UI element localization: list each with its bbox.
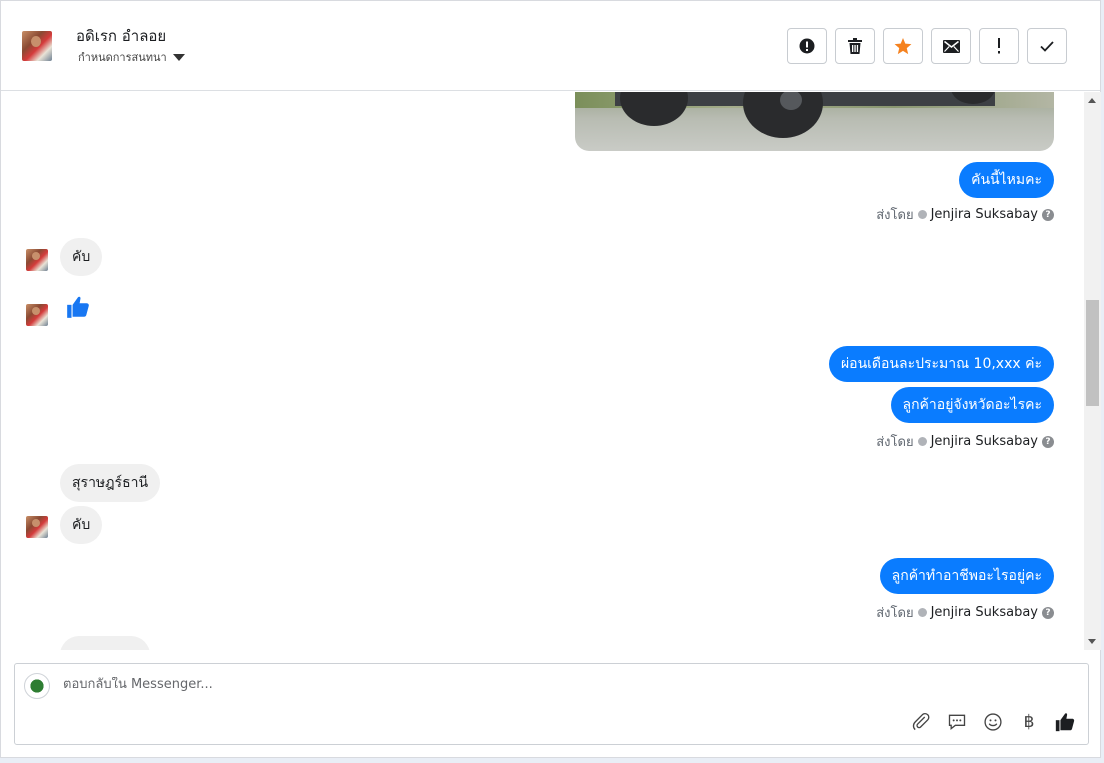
check-icon <box>1040 40 1054 52</box>
sent-check-icon <box>917 437 927 446</box>
thread-scrollbar[interactable] <box>1084 92 1101 650</box>
envelope-icon <box>942 39 960 53</box>
action-toolbar <box>787 28 1067 64</box>
like-icon[interactable] <box>1054 711 1076 733</box>
sent-check-icon <box>917 210 927 219</box>
help-icon[interactable]: ? <box>1042 606 1054 619</box>
star-button[interactable] <box>883 28 923 64</box>
sent-by-label: ส่งโดย <box>876 208 914 223</box>
paperclip-icon[interactable] <box>910 711 932 733</box>
delete-button[interactable] <box>835 28 875 64</box>
saved-reply-icon[interactable] <box>946 711 968 733</box>
emoji-icon[interactable] <box>982 711 1004 733</box>
mark-done-button[interactable] <box>1027 28 1067 64</box>
reply-input[interactable] <box>63 677 963 692</box>
mark-unread-button[interactable] <box>931 28 971 64</box>
messenger-window: อดิเรก อำลอย กำหนดการสนทนา คันนี้ไหมคะ ส… <box>0 0 1101 758</box>
contact-message-avatar <box>26 249 48 271</box>
agent-name[interactable]: Jenjira Suksabay <box>931 605 1038 620</box>
scroll-up-icon[interactable] <box>1088 98 1096 103</box>
alert-circle-icon <box>799 38 815 54</box>
contact-avatar[interactable] <box>22 31 52 61</box>
sent-check-icon <box>917 608 927 617</box>
agent-name[interactable]: Jenjira Suksabay <box>931 434 1038 449</box>
reply-composer: ฿ <box>14 663 1089 745</box>
car-photo-attachment[interactable] <box>575 92 1054 151</box>
outgoing-message[interactable]: ผ่อนเดือนละประมาณ 10,xxx ค่ะ <box>828 346 1054 382</box>
sent-by-label: ส่งโดย <box>876 435 914 450</box>
incoming-message[interactable]: สุราษฎร์ธานี <box>60 464 161 502</box>
thumbs-up-icon[interactable] <box>65 294 91 320</box>
outgoing-message[interactable]: ลูกค้าทำอาชีพอะไรอยู่คะ <box>879 558 1054 594</box>
outgoing-message[interactable]: คันนี้ไหมคะ <box>959 162 1054 198</box>
contact-message-avatar <box>26 516 48 538</box>
exclamation-icon <box>998 38 1000 54</box>
help-icon[interactable]: ? <box>1042 208 1054 221</box>
message-thread[interactable]: คันนี้ไหมคะ ส่งโดย Jenjira Suksabay ? คั… <box>1 92 1083 650</box>
incoming-message[interactable]: คับ <box>60 238 103 276</box>
sent-by-line: ส่งโดย Jenjira Suksabay ? <box>876 431 1054 452</box>
star-icon <box>894 37 912 54</box>
mark-spam-button[interactable] <box>787 28 827 64</box>
follow-up-button[interactable] <box>979 28 1019 64</box>
composer-tools: ฿ <box>910 711 1076 733</box>
caret-down-icon <box>172 53 185 61</box>
conversation-options-label: กำหนดการสนทนา <box>78 51 167 64</box>
contact-message-avatar <box>26 304 48 326</box>
scroll-thumb[interactable] <box>1086 300 1099 406</box>
agent-name[interactable]: Jenjira Suksabay <box>931 207 1038 222</box>
incoming-message[interactable]: คับ <box>60 506 103 544</box>
scroll-down-icon[interactable] <box>1088 639 1096 644</box>
incoming-message-partial[interactable] <box>60 636 150 650</box>
sent-by-line: ส่งโดย Jenjira Suksabay ? <box>876 602 1054 623</box>
sent-by-line: ส่งโดย Jenjira Suksabay ? <box>876 204 1054 225</box>
outgoing-message[interactable]: ลูกค้าอยู่จังหวัดอะไรคะ <box>890 387 1054 423</box>
help-icon[interactable]: ? <box>1042 435 1054 448</box>
sent-by-label: ส่งโดย <box>876 606 914 621</box>
page-avatar <box>24 673 50 699</box>
trash-icon <box>848 38 862 54</box>
conversation-header: อดิเรก อำลอย กำหนดการสนทนา <box>1 1 1100 91</box>
conversation-options-dropdown[interactable]: กำหนดการสนทนา <box>78 48 185 66</box>
baht-icon[interactable]: ฿ <box>1018 711 1040 733</box>
contact-name[interactable]: อดิเรก อำลอย <box>76 24 166 48</box>
